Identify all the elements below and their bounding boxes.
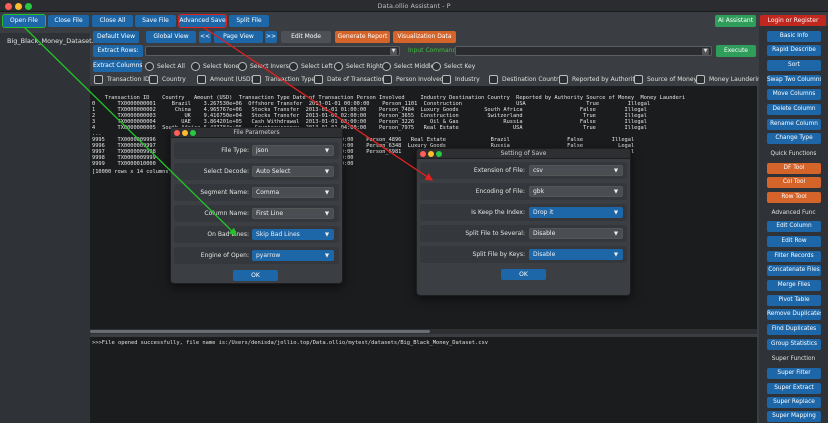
green-arrow: [23, 26, 237, 236]
annotation-arrows: [23, 26, 434, 236]
red-arrow: [202, 26, 434, 181]
